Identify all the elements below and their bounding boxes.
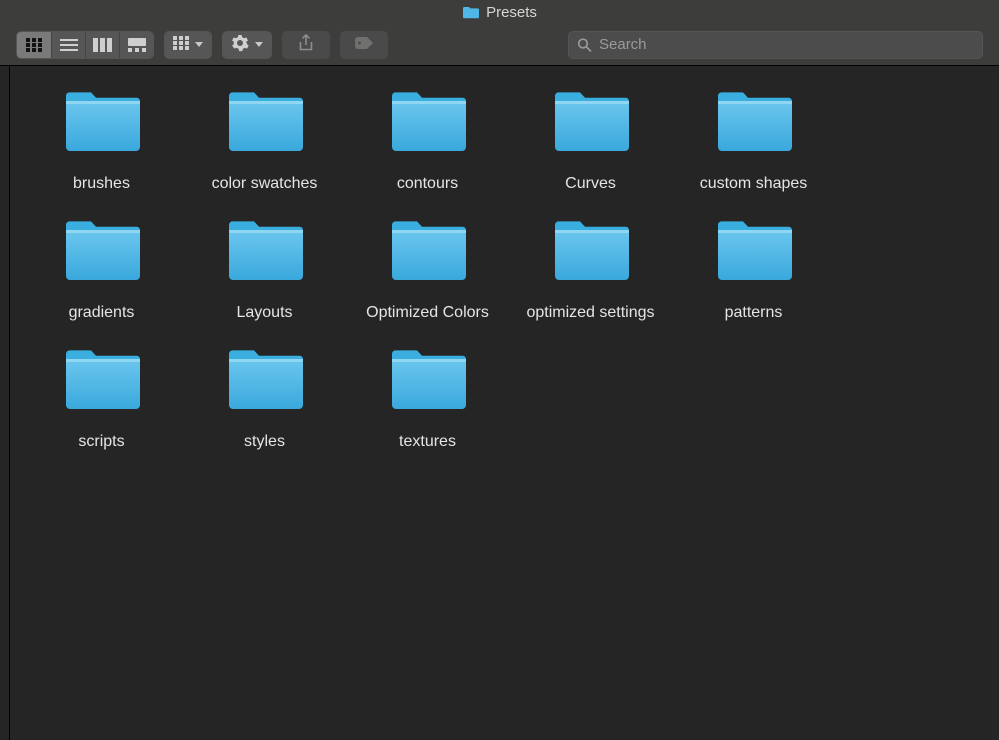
search-field[interactable]: [568, 31, 983, 59]
action-button[interactable]: [222, 31, 272, 59]
folder-icon: [388, 219, 468, 286]
folder-label: patterns: [725, 302, 783, 324]
folder-icon: [62, 219, 142, 286]
search-icon: [577, 37, 592, 52]
folder-label: Curves: [565, 173, 616, 195]
folder-icon: [462, 5, 480, 19]
gallery-view-button[interactable]: [119, 32, 153, 58]
folder-label: color swatches: [212, 173, 318, 195]
content-area: brushes color swatches: [0, 66, 999, 740]
window-title: Presets: [486, 4, 537, 21]
chevron-down-icon: [195, 42, 203, 47]
search-input[interactable]: [599, 36, 974, 53]
folder-grid: brushes color swatches: [10, 66, 999, 740]
folder-item-curves[interactable]: Curves: [509, 86, 672, 195]
folder-item-gradients[interactable]: gradients: [20, 215, 183, 324]
folder-label: brushes: [73, 173, 130, 195]
folder-item-optimized-colors[interactable]: Optimized Colors: [346, 215, 509, 324]
folder-icon: [225, 348, 305, 415]
column-view-button[interactable]: [85, 32, 119, 58]
folder-icon: [551, 219, 631, 286]
tags-button[interactable]: [340, 31, 388, 59]
folder-item-scripts[interactable]: scripts: [20, 344, 183, 453]
gear-icon: [231, 34, 249, 55]
folder-label: textures: [399, 431, 456, 453]
finder-window: Presets: [0, 0, 999, 740]
folder-icon: [388, 90, 468, 157]
view-mode-group: [16, 31, 154, 59]
folder-icon: [225, 219, 305, 286]
arrange-button[interactable]: [164, 31, 212, 59]
folder-item-custom-shapes[interactable]: custom shapes: [672, 86, 835, 195]
folder-icon: [714, 90, 794, 157]
share-icon: [298, 34, 314, 55]
list-view-button[interactable]: [51, 32, 85, 58]
grid-icon: [173, 36, 189, 53]
chevron-down-icon: [255, 42, 263, 47]
share-button[interactable]: [282, 31, 330, 59]
folder-label: Layouts: [236, 302, 292, 324]
folder-icon: [714, 219, 794, 286]
tag-icon: [354, 36, 374, 53]
folder-label: contours: [397, 173, 458, 195]
folder-item-brushes[interactable]: brushes: [20, 86, 183, 195]
icon-view-button[interactable]: [17, 32, 51, 58]
folder-icon: [388, 348, 468, 415]
folder-label: gradients: [69, 302, 135, 324]
sidebar-divider[interactable]: [0, 66, 10, 740]
folder-label: scripts: [78, 431, 124, 453]
folder-item-optimized-settings[interactable]: optimized settings: [509, 215, 672, 324]
folder-label: optimized settings: [526, 302, 654, 324]
folder-icon: [551, 90, 631, 157]
folder-label: Optimized Colors: [366, 302, 489, 324]
titlebar: Presets: [0, 0, 999, 24]
folder-item-color-swatches[interactable]: color swatches: [183, 86, 346, 195]
folder-item-layouts[interactable]: Layouts: [183, 215, 346, 324]
folder-icon: [225, 90, 305, 157]
folder-item-contours[interactable]: contours: [346, 86, 509, 195]
folder-icon: [62, 90, 142, 157]
folder-label: custom shapes: [700, 173, 808, 195]
toolbar: [0, 24, 999, 66]
folder-item-styles[interactable]: styles: [183, 344, 346, 453]
folder-item-textures[interactable]: textures: [346, 344, 509, 453]
folder-label: styles: [244, 431, 285, 453]
folder-item-patterns[interactable]: patterns: [672, 215, 835, 324]
folder-icon: [62, 348, 142, 415]
